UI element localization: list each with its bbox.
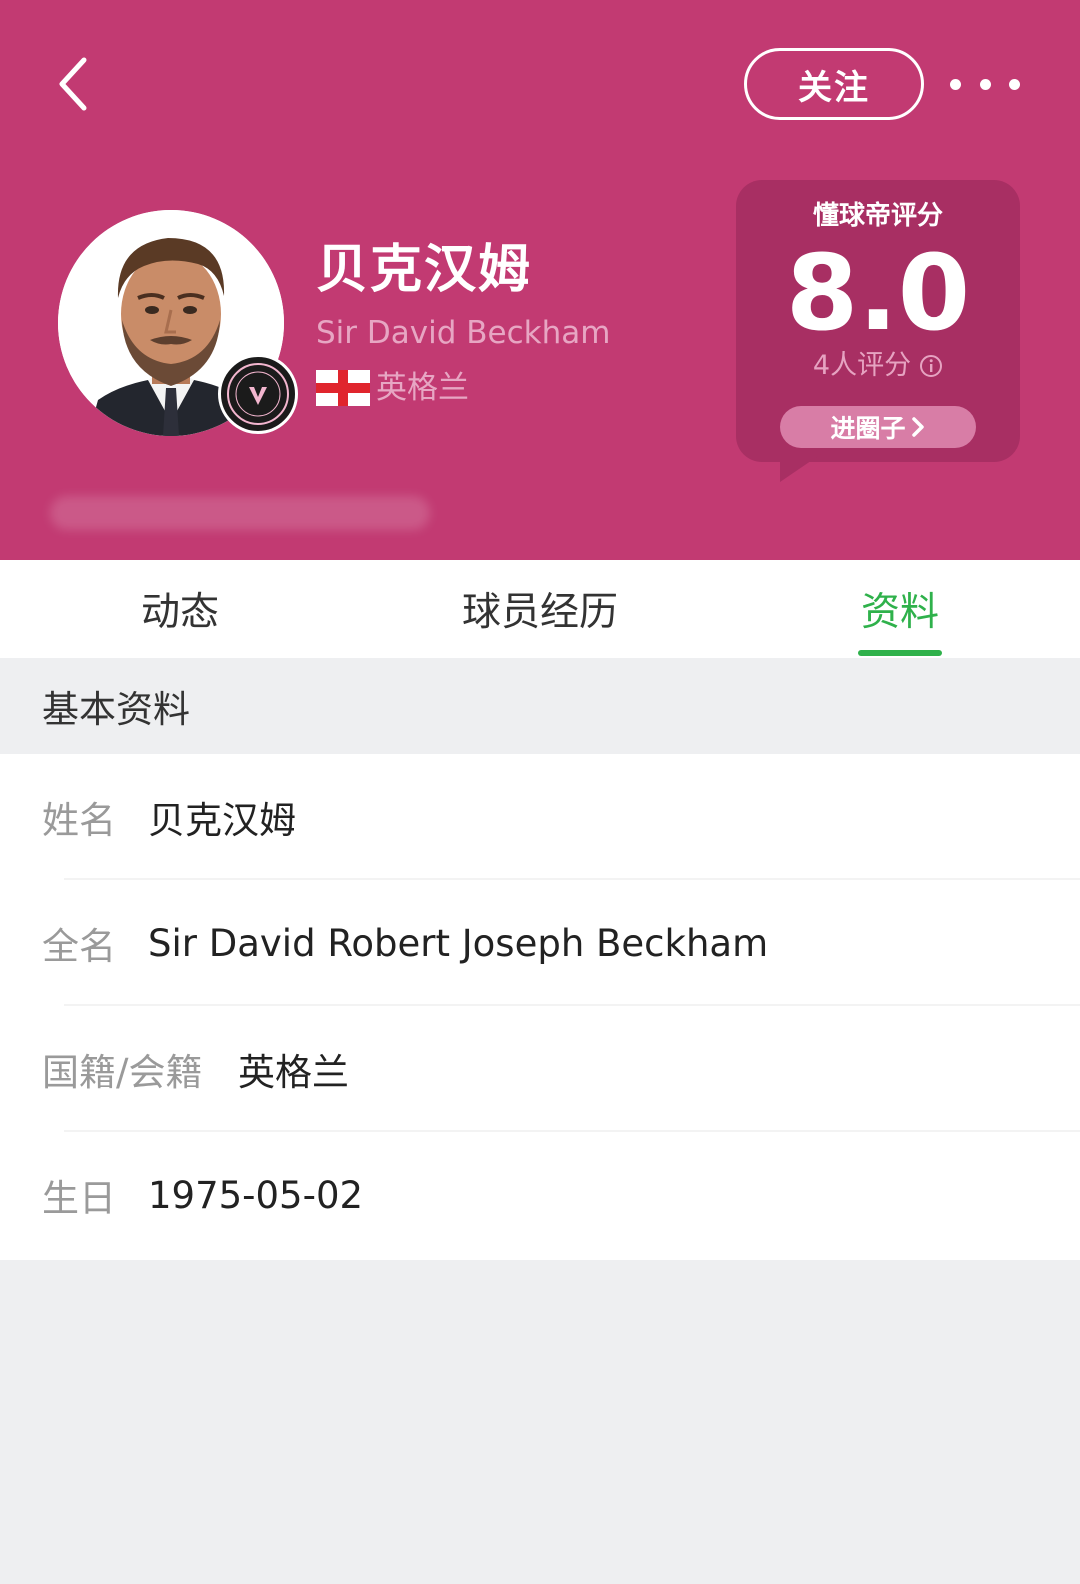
rating-card-tail	[780, 452, 824, 482]
section-title: 基本资料	[42, 688, 190, 731]
info-value: Sir David Robert Joseph Beckham	[148, 921, 769, 965]
info-row-birthday: 生日 1975-05-02	[0, 1132, 1080, 1258]
tab-career[interactable]: 球员经历	[420, 560, 660, 658]
info-label: 生日	[42, 1177, 116, 1220]
info-row-fullname: 全名 Sir David Robert Joseph Beckham	[0, 880, 1080, 1006]
back-button[interactable]	[48, 52, 108, 116]
info-row-name: 姓名 贝克汉姆	[0, 754, 1080, 880]
join-circle-label: 进圈子	[830, 414, 906, 443]
profile-header: 关注 贝克汉姆 Sir David Beckham 英格兰 懂球帝评分 8.0 …	[0, 0, 1080, 560]
rating-title: 懂球帝评分	[812, 201, 943, 231]
info-label: 姓名	[42, 799, 116, 842]
join-circle-button[interactable]: 进圈子	[780, 406, 976, 448]
club-badge-icon	[218, 354, 298, 434]
rating-score: 8.0	[785, 232, 971, 354]
info-row-nationality: 国籍/会籍 英格兰	[0, 1006, 1080, 1132]
nationality-label: 英格兰	[376, 370, 469, 406]
info-label: 全名	[42, 925, 116, 968]
info-value: 英格兰	[238, 1051, 349, 1094]
info-value: 贝克汉姆	[148, 799, 296, 842]
chevron-right-icon	[911, 417, 924, 437]
active-tab-indicator	[858, 650, 942, 656]
england-flag-icon	[316, 370, 370, 406]
chevron-left-icon	[59, 57, 87, 111]
rating-count-row: 4人评分	[736, 348, 1020, 384]
section-header: 基本资料	[0, 658, 1080, 754]
follow-button[interactable]: 关注	[744, 48, 924, 120]
info-value: 1975-05-02	[148, 1173, 364, 1217]
club-badge-shape	[227, 363, 289, 425]
tab-bar: 动态 球员经历 资料	[0, 560, 1080, 658]
blurred-text	[50, 496, 430, 530]
more-dots-icon	[950, 78, 961, 90]
more-dot	[979, 78, 991, 90]
info-icon[interactable]	[919, 354, 943, 378]
player-name: 贝克汉姆	[316, 240, 533, 300]
more-dot	[1009, 78, 1020, 90]
info-label: 国籍/会籍	[42, 1051, 203, 1094]
tab-profile[interactable]: 资料	[800, 560, 1000, 658]
tab-updates[interactable]: 动态	[80, 560, 280, 658]
info-list: 姓名 贝克汉姆 全名 Sir David Robert Joseph Beckh…	[0, 754, 1080, 1260]
more-button[interactable]	[950, 60, 1020, 108]
player-english-name: Sir David Beckham	[316, 315, 611, 351]
rating-count: 4人评分	[812, 350, 912, 381]
